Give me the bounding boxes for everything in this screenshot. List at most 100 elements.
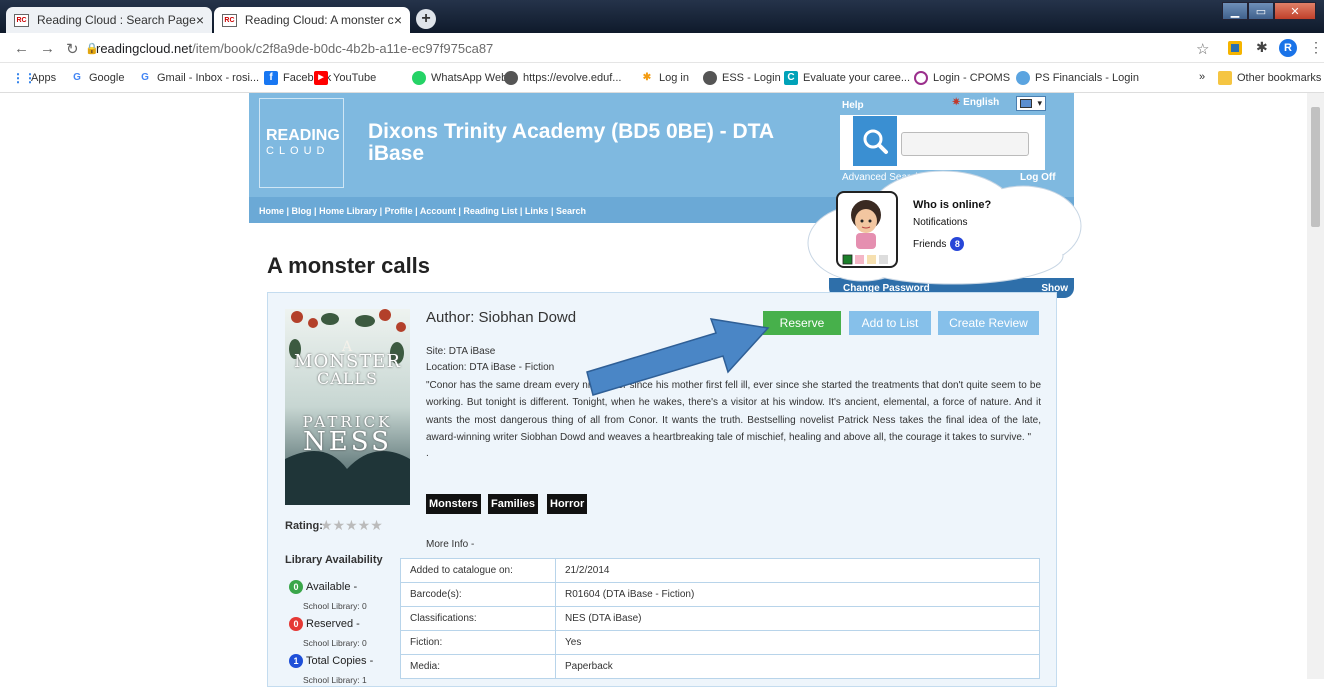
- forward-icon[interactable]: →: [40, 40, 55, 57]
- search-icon[interactable]: [853, 116, 897, 166]
- help-link[interactable]: Help: [842, 100, 864, 111]
- whatsapp-icon: [412, 71, 426, 85]
- nav-reading-list[interactable]: Reading List: [463, 206, 517, 216]
- table-row: Fiction: Yes: [400, 630, 1040, 655]
- reload-icon[interactable]: ↻: [66, 40, 79, 58]
- table-row: Added to catalogue on: 21/2/2014: [400, 558, 1040, 583]
- nav-home-library[interactable]: Home Library: [319, 206, 377, 216]
- search-input[interactable]: [901, 132, 1029, 156]
- reserved-school-library: School Library: 0: [303, 638, 367, 648]
- rating-stars[interactable]: ★★★★★: [320, 517, 383, 534]
- new-tab-button[interactable]: +: [416, 9, 436, 29]
- bookmark-apps[interactable]: ⋮⋮ Apps: [12, 71, 56, 85]
- bookmark-star-icon[interactable]: ☆: [1196, 40, 1209, 58]
- avatar[interactable]: [836, 191, 898, 268]
- friends-count-badge: 8: [950, 237, 965, 251]
- scrollbar[interactable]: [1307, 93, 1324, 679]
- bookmark-evaluate-career[interactable]: C Evaluate your caree...: [784, 71, 910, 85]
- tag-horror[interactable]: Horror: [547, 494, 588, 514]
- star-logo-icon: ✱: [642, 72, 652, 83]
- tag-monsters[interactable]: Monsters: [426, 494, 481, 514]
- school-title: Dixons Trinity Academy (BD5 0BE) - DTA i…: [368, 120, 774, 165]
- add-to-list-button[interactable]: Add to List: [849, 311, 931, 335]
- description-trailing-dot: .: [426, 448, 429, 459]
- bookmark-youtube[interactable]: ▶ YouTube: [314, 71, 376, 85]
- extension-icon[interactable]: [1228, 41, 1242, 55]
- maximize-button[interactable]: ▭: [1248, 2, 1274, 20]
- extensions-puzzle-icon[interactable]: ✱: [1256, 39, 1268, 56]
- nav-search[interactable]: Search: [556, 206, 586, 216]
- bookmark-google[interactable]: G Google: [70, 71, 124, 85]
- total-count-badge: 1: [289, 654, 303, 668]
- reading-cloud-logo[interactable]: READING CLOUD: [259, 98, 344, 188]
- nav-profile[interactable]: Profile: [385, 206, 413, 216]
- tab-title: Reading Cloud: A monster calls -: [244, 13, 394, 27]
- close-tab-icon[interactable]: ×: [394, 12, 402, 28]
- logo-line1: READING: [266, 127, 340, 144]
- reserved-count-badge: 0: [289, 617, 303, 631]
- bookmark-cpoms[interactable]: Login - CPOMS: [914, 71, 1010, 85]
- create-review-button[interactable]: Create Review: [938, 311, 1039, 335]
- total-school-library: School Library: 1: [303, 675, 367, 685]
- tag-families[interactable]: Families: [488, 494, 539, 514]
- close-tab-icon[interactable]: ×: [196, 12, 204, 28]
- facebook-icon: f: [264, 71, 278, 85]
- folder-icon: [1218, 71, 1232, 85]
- color-swatch-icon: [1020, 99, 1032, 108]
- tab-title: Reading Cloud : Search Page: [37, 13, 196, 27]
- bookmark-ess-login[interactable]: ESS - Login: [703, 71, 781, 85]
- library-availability-heading: Library Availability: [285, 554, 383, 566]
- minimize-button[interactable]: ▁: [1222, 2, 1248, 20]
- url-field[interactable]: readingcloud.net/item/book/c2f8a9de-b0dc…: [96, 41, 493, 56]
- friends-link[interactable]: Friends 8: [913, 237, 965, 251]
- theme-select[interactable]: ▾: [1016, 96, 1046, 111]
- rating-label: Rating:: [285, 520, 323, 532]
- available-count-badge: 0: [289, 580, 303, 594]
- youtube-icon: ▶: [314, 71, 328, 85]
- book-cover-image[interactable]: A MONSTER CALLS PATRICK NESS: [285, 309, 410, 505]
- tab-a-monster-calls[interactable]: RC Reading Cloud: A monster calls - ×: [214, 7, 410, 33]
- bookmarks-bar: ⋮⋮ Apps G Google G Gmail - Inbox - rosi... …: [0, 63, 1324, 93]
- bookmark-evolve[interactable]: https://evolve.eduf...: [504, 71, 621, 85]
- bookmark-whatsapp[interactable]: WhatsApp Web: [412, 71, 507, 85]
- bookmark-gmail[interactable]: G Gmail - Inbox - rosi...: [138, 71, 259, 85]
- back-icon[interactable]: ←: [14, 40, 29, 57]
- cpoms-icon: [914, 71, 928, 85]
- window-controls: ▁ ▭ ✕: [1222, 2, 1316, 20]
- bookmark-ps-financials[interactable]: PS Financials - Login: [1016, 71, 1139, 85]
- scrollbar-thumb[interactable]: [1311, 107, 1320, 227]
- address-bar: ← → ↻ 🔒 readingcloud.net/item/book/c2f8a…: [0, 33, 1324, 63]
- language-label[interactable]: ✷ English: [952, 97, 999, 108]
- apps-icon: ⋮⋮: [12, 71, 36, 85]
- bookmark-log-in[interactable]: ✱ Log in: [640, 71, 689, 85]
- browser-tab-bar: RC Reading Cloud : Search Page × RC Read…: [0, 0, 1324, 33]
- table-row: Barcode(s): R01604 (DTA iBase - Fiction): [400, 582, 1040, 607]
- bookmarks-overflow-icon[interactable]: »: [1199, 71, 1205, 83]
- table-row: Classifications: NES (DTA iBase): [400, 606, 1040, 631]
- tab-search-page[interactable]: RC Reading Cloud : Search Page ×: [6, 7, 212, 33]
- nav-home[interactable]: Home: [259, 206, 284, 216]
- cover-text-calls: CALLS: [316, 369, 378, 388]
- cover-text-ness: NESS: [303, 427, 392, 457]
- globe-icon: [504, 71, 518, 85]
- close-window-button[interactable]: ✕: [1274, 2, 1316, 20]
- available-school-library: School Library: 0: [303, 601, 367, 611]
- nav-account[interactable]: Account: [420, 206, 456, 216]
- menu-dots-icon[interactable]: ⋮: [1309, 39, 1323, 56]
- url-host: readingcloud.net: [96, 41, 193, 56]
- book-location: Location: DTA iBase - Fiction: [426, 362, 555, 373]
- notifications-link[interactable]: Notifications: [913, 217, 967, 228]
- chevron-down-icon: ▾: [1037, 98, 1042, 108]
- availability-total: 1 Total Copies -: [289, 654, 373, 668]
- book-info-table: Added to catalogue on: 21/2/2014 Barcode(…: [400, 558, 1040, 679]
- nav-blog[interactable]: Blog: [292, 206, 312, 216]
- reserve-button[interactable]: Reserve: [763, 311, 841, 335]
- availability-reserved: 0 Reserved -: [289, 617, 360, 631]
- book-description: "Conor has the same dream every night ev…: [426, 380, 1041, 443]
- bookmark-other-bookmarks[interactable]: Other bookmarks: [1218, 71, 1321, 85]
- nav-links[interactable]: Links: [525, 206, 549, 216]
- table-row: Media: Paperback: [400, 654, 1040, 679]
- profile-avatar[interactable]: R: [1279, 39, 1297, 57]
- page-title: A monster calls: [267, 253, 431, 278]
- google-icon: G: [141, 72, 149, 83]
